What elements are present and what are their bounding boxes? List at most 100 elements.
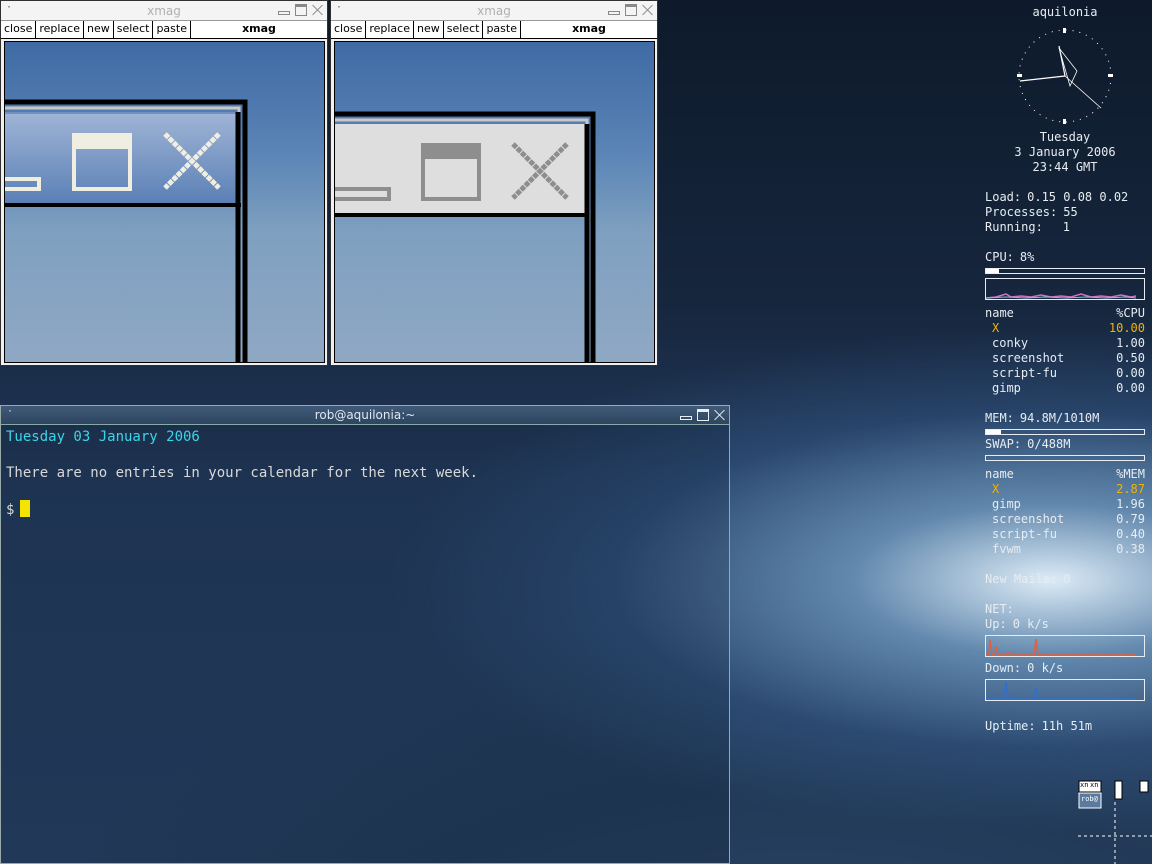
text-cursor	[20, 500, 31, 517]
mails-value: 0	[1063, 572, 1071, 586]
mem-table-header-name: name	[985, 467, 1014, 481]
swap-label: SWAP:	[985, 437, 1022, 451]
cpu-table-header-value: %CPU	[1116, 306, 1145, 320]
uptime-label: Uptime:	[985, 719, 1036, 733]
cpu-proc-value: 10.00	[1108, 321, 1145, 335]
new-button[interactable]: new	[84, 21, 114, 38]
xmag-label: xmag	[572, 22, 606, 35]
maximize-icon[interactable]	[624, 3, 638, 17]
select-button[interactable]: select	[114, 21, 154, 38]
download-graph	[985, 679, 1145, 701]
pager-label-2: xn	[1090, 781, 1099, 789]
desktop-pager[interactable]: xn xn rob@	[1078, 780, 1152, 864]
pager-minimap	[1078, 780, 1152, 864]
cpu-proc-name: X	[992, 321, 1000, 335]
select-button[interactable]: select	[444, 21, 484, 38]
xmag-menubar: close replace new select paste xmag	[1, 21, 327, 39]
clock-day: Tuesday	[1039, 130, 1091, 144]
mem-bar-fill	[986, 430, 1001, 434]
cpu-proc-name: conky	[992, 336, 1029, 350]
mem-bar	[985, 429, 1145, 435]
uptime-value: 11h 51m	[1041, 719, 1093, 733]
cpu-proc-name: gimp	[992, 381, 1021, 395]
xmag-window-right: · xmag close replace new select paste xm…	[330, 0, 658, 366]
paste-button[interactable]: paste	[483, 21, 521, 38]
swap-value: 0/488M	[1027, 437, 1071, 451]
mem-proc-value: 2.87	[1116, 482, 1145, 496]
mem-proc-value: 0.79	[1116, 512, 1145, 526]
window-titlebar[interactable]: · xmag	[331, 1, 657, 21]
mem-proc-name: fvwm	[992, 542, 1021, 556]
xmag-menubar: close replace new select paste xmag	[331, 21, 657, 39]
cpu-process-table: name %CPU X 10.00 conky 1.00 screenshot 0.50…	[985, 306, 1145, 396]
close-button[interactable]: close	[1, 21, 37, 38]
cpu-graph	[985, 278, 1145, 300]
close-icon[interactable]	[641, 3, 655, 17]
minimize-icon[interactable]	[679, 408, 693, 422]
cpu-proc-name: script-fu	[992, 366, 1058, 380]
mem-value: 94.8M/1010M	[1019, 411, 1100, 425]
clock-date: 3 January 2006	[1014, 145, 1116, 159]
net-label: NET:	[985, 602, 1014, 616]
terminal-body[interactable]: Tuesday 03 January 2006 There are no ent…	[6, 428, 724, 863]
terminal-title: rob@aquilonia:~	[314, 408, 416, 422]
new-button[interactable]: new	[414, 21, 444, 38]
magnified-titlebar-icons	[5, 99, 248, 362]
cpu-proc-name: screenshot	[992, 351, 1065, 365]
xmag-label: xmag	[242, 22, 276, 35]
minimize-icon[interactable]	[277, 3, 291, 17]
mem-proc-value: 1.96	[1116, 497, 1145, 511]
down-value: 0 k/s	[1027, 661, 1064, 675]
load-label: Load:	[985, 190, 1022, 204]
cpu-bar	[985, 268, 1145, 274]
swap-bar	[985, 455, 1145, 461]
close-button[interactable]: close	[331, 21, 367, 38]
analog-clock-icon	[1017, 28, 1113, 124]
xmag-window-left: · xmag close replace new select paste xm…	[0, 0, 328, 366]
prompt-line: $	[6, 500, 724, 519]
minimize-icon[interactable]	[607, 3, 621, 17]
load-value: 0.15 0.08 0.02	[1027, 190, 1129, 204]
pager-label-3: rob@	[1081, 795, 1098, 803]
terminal-titlebar[interactable]: · rob@aquilonia:~	[1, 406, 729, 425]
cpu-table-header-name: name	[985, 306, 1014, 320]
up-label: Up:	[985, 617, 1007, 631]
pager-label-1: xn	[1080, 781, 1089, 789]
cpu-proc-value: 0.00	[1116, 366, 1145, 380]
close-icon[interactable]	[311, 3, 325, 17]
paste-button[interactable]: paste	[153, 21, 191, 38]
cpu-proc-value: 1.00	[1116, 336, 1145, 350]
maximize-icon[interactable]	[294, 3, 308, 17]
close-icon[interactable]	[713, 408, 727, 422]
magnified-titlebar-icons	[335, 111, 596, 362]
calendar-message: There are no entries in your calendar fo…	[6, 465, 479, 481]
upload-graph-plot	[986, 638, 1136, 656]
download-graph-plot	[986, 681, 1136, 700]
cpu-label: CPU:	[985, 250, 1014, 264]
mem-proc-value: 0.40	[1116, 527, 1145, 541]
replace-button[interactable]: replace	[366, 21, 414, 38]
upload-graph	[985, 635, 1145, 657]
cpu-bar-fill	[986, 269, 999, 273]
mem-proc-name: X	[992, 482, 1000, 496]
prompt-symbol: $	[6, 502, 15, 518]
maximize-icon[interactable]	[696, 408, 710, 422]
mem-proc-name: script-fu	[992, 527, 1058, 541]
terminal-window: · rob@aquilonia:~ Tuesday 03 January 200…	[0, 405, 730, 864]
window-titlebar[interactable]: · xmag	[1, 1, 327, 21]
mem-proc-name: screenshot	[992, 512, 1065, 526]
cpu-value: 8%	[1019, 250, 1035, 264]
magnified-image[interactable]	[334, 41, 655, 363]
clock-time: 23:44 GMT	[1032, 160, 1098, 174]
up-value: 0 k/s	[1012, 617, 1049, 631]
magnified-image[interactable]	[4, 41, 325, 363]
mem-process-table: name %MEM X 2.87 gimp 1.96 screenshot 0.79 s…	[985, 467, 1145, 557]
down-label: Down:	[985, 661, 1022, 675]
processes-value: 55	[1063, 205, 1078, 219]
cpu-proc-value: 0.00	[1116, 381, 1145, 395]
mem-proc-value: 0.38	[1116, 542, 1145, 556]
running-label: Running:	[985, 220, 1043, 234]
mem-proc-name: gimp	[992, 497, 1021, 511]
replace-button[interactable]: replace	[36, 21, 84, 38]
mails-label: New Mails:	[985, 572, 1058, 586]
